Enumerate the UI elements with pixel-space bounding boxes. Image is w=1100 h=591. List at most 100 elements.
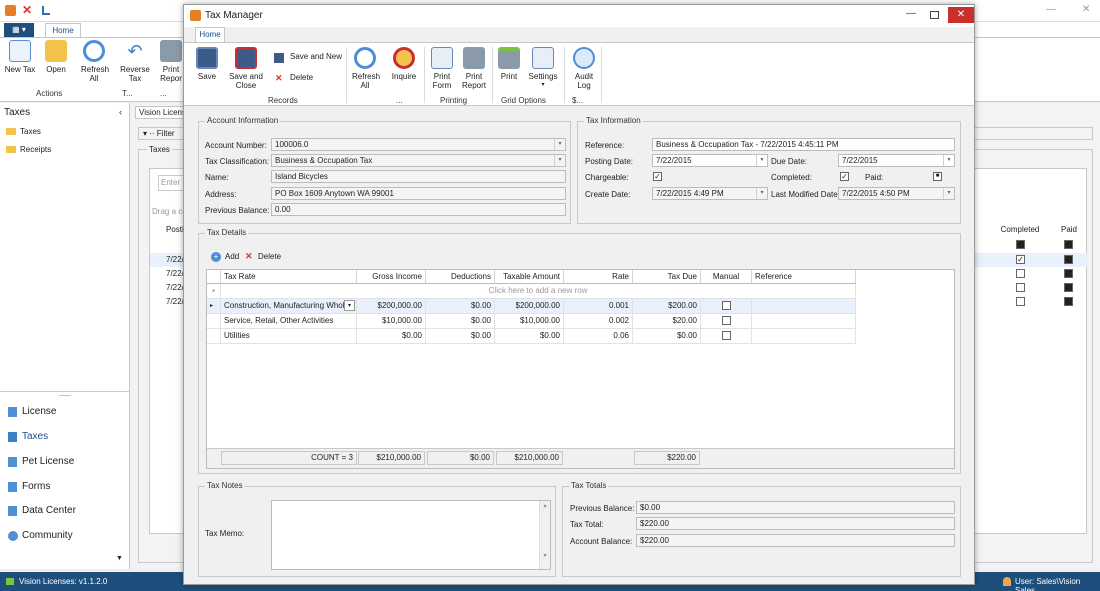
taxable-amount-cell[interactable]: $0.00 [495, 329, 564, 344]
col-manual[interactable]: Manual [701, 270, 752, 284]
col-completed[interactable]: Completed [990, 223, 1050, 237]
completed-checkbox[interactable] [1016, 283, 1025, 292]
tax-classification-field[interactable]: Business & Occupation Tax ▾ [271, 154, 566, 167]
paid-checkbox[interactable] [1064, 269, 1073, 278]
reverse-tax-button[interactable]: ↶ Reverse Tax [118, 40, 152, 83]
col-tax-due[interactable]: Tax Due [633, 270, 701, 284]
chevron-down-icon[interactable]: ▾ [943, 188, 954, 199]
chevron-down-icon[interactable]: ▾ [554, 139, 565, 150]
app-menu-button[interactable]: ▦ ▾ [4, 23, 34, 37]
chart-icon[interactable] [42, 6, 50, 15]
nav-tree-taxes[interactable]: Taxes [6, 127, 41, 136]
chargeable-checkbox[interactable]: ✓ [653, 172, 662, 181]
nav-license[interactable]: License [8, 406, 56, 417]
close-icon[interactable]: ✕ [1082, 4, 1090, 15]
gross-income-cell[interactable]: $200,000.00 [357, 299, 426, 314]
save-button[interactable]: Save [194, 47, 220, 81]
completed-checkbox[interactable] [1016, 240, 1025, 249]
nav-data-center[interactable]: Data Center [8, 505, 76, 516]
splitter[interactable]: ...... [0, 391, 130, 399]
close-x-icon[interactable]: ✕ [22, 3, 32, 17]
create-date-field[interactable]: 7/22/2015 4:49 PM ▾ [652, 187, 768, 200]
save-and-close-button[interactable]: Save and Close [228, 47, 264, 90]
completed-checkbox[interactable] [1016, 297, 1025, 306]
tab-home[interactable]: Home [45, 23, 81, 37]
minimize-icon[interactable]: — [1046, 4, 1056, 15]
col-tax-rate[interactable]: Tax Rate [221, 270, 357, 284]
reference-field[interactable]: Business & Occupation Tax - 7/22/2015 4:… [652, 138, 955, 151]
address-field[interactable]: PO Box 1609 Anytown WA 99001 [271, 187, 566, 200]
save-and-new-button[interactable]: Save and New [274, 52, 342, 64]
nav-forms[interactable]: Forms [8, 481, 50, 492]
refresh-all-button[interactable]: Refresh All [350, 47, 380, 90]
inquire-button[interactable]: Inquire [388, 47, 420, 81]
col-gross-income[interactable]: Gross Income [357, 270, 426, 284]
audit-log-button[interactable]: Audit Log [569, 47, 599, 90]
nav-pet-license[interactable]: Pet License [8, 456, 74, 467]
manual-cell[interactable] [701, 314, 752, 329]
gross-income-cell[interactable]: $0.00 [357, 329, 426, 344]
tax-total-field[interactable]: $220.00 [636, 517, 955, 530]
tax-rate-cell[interactable]: Service, Retail, Other Activities [221, 314, 357, 329]
gross-income-cell[interactable]: $10,000.00 [357, 314, 426, 329]
manual-checkbox[interactable] [722, 301, 731, 310]
paid-checkbox[interactable]: ■ [933, 172, 942, 181]
row-selector[interactable] [207, 314, 221, 329]
last-modified-field[interactable]: 7/22/2015 4:50 PM ▾ [838, 187, 955, 200]
posting-date-field[interactable]: 7/22/2015 ▾ [652, 154, 768, 167]
collapse-icon[interactable]: ‹ [119, 107, 122, 117]
row-selector[interactable] [207, 329, 221, 344]
close-icon[interactable]: ✕ [948, 7, 974, 23]
manual-checkbox[interactable] [722, 316, 731, 325]
rate-cell[interactable]: 0.001 [564, 299, 633, 314]
tax-due-cell[interactable]: $20.00 [633, 314, 701, 329]
tax-due-cell[interactable]: $200.00 [633, 299, 701, 314]
completed-checkbox[interactable] [1016, 269, 1025, 278]
paid-checkbox[interactable] [1064, 240, 1073, 249]
chevron-down-icon[interactable]: ▾ [943, 155, 954, 166]
taxable-amount-cell[interactable]: $10,000.00 [495, 314, 564, 329]
completed-checkbox[interactable]: ✓ [840, 172, 849, 181]
new-row[interactable]: Click here to add a new row [221, 284, 856, 299]
settings-button[interactable]: Settings ▾ [526, 47, 560, 90]
nav-expand-icon[interactable]: ▼ [116, 555, 123, 562]
deductions-cell[interactable]: $0.00 [426, 299, 495, 314]
paid-checkbox[interactable] [1064, 255, 1073, 264]
reference-cell[interactable] [752, 329, 856, 344]
totals-previous-balance-field[interactable]: $0.00 [636, 501, 955, 514]
memo-scrollbar[interactable]: ▴ ▾ [539, 501, 550, 569]
manual-checkbox[interactable] [722, 331, 731, 340]
minimize-icon[interactable]: — [906, 8, 916, 19]
account-number-field[interactable]: 100006.0 ▾ [271, 138, 566, 151]
tax-due-cell[interactable]: $0.00 [633, 329, 701, 344]
reference-cell[interactable] [752, 299, 856, 314]
deductions-cell[interactable]: $0.00 [426, 314, 495, 329]
chevron-down-icon[interactable]: ▾ [554, 155, 565, 166]
chevron-down-icon[interactable]: ▾ [344, 300, 355, 311]
manual-cell[interactable] [701, 329, 752, 344]
nav-tree-receipts[interactable]: Receipts [6, 145, 51, 154]
tax-rate-cell[interactable]: Utilities [221, 329, 357, 344]
col-rate[interactable]: Rate [564, 270, 633, 284]
nav-community[interactable]: Community [8, 530, 73, 541]
col-paid[interactable]: Paid [1050, 223, 1088, 237]
paid-checkbox[interactable] [1064, 297, 1073, 306]
add-row-button[interactable]: + Add [211, 252, 239, 262]
reference-cell[interactable] [752, 314, 856, 329]
manual-cell[interactable] [701, 299, 752, 314]
print-report-button[interactable]: Print Report [459, 47, 489, 90]
row-selector[interactable]: ▸ [207, 299, 221, 314]
chevron-down-icon[interactable]: ▾ [756, 188, 767, 199]
delete-row-button[interactable]: ✕ Delete [245, 251, 281, 261]
delete-button[interactable]: ✕ Delete [274, 73, 313, 85]
print-button[interactable]: Print [496, 47, 522, 81]
completed-checkbox[interactable]: ✓ [1016, 255, 1025, 264]
print-form-button[interactable]: Print Form [428, 47, 456, 90]
open-button[interactable]: Open [42, 40, 70, 74]
new-tax-button[interactable]: New Tax [4, 40, 36, 74]
print-report-button[interactable]: Print Repor [158, 40, 184, 83]
refresh-all-button[interactable]: Refresh All [78, 40, 110, 83]
due-date-field[interactable]: 7/22/2015 ▾ [838, 154, 955, 167]
deductions-cell[interactable]: $0.00 [426, 329, 495, 344]
tax-memo-textarea[interactable]: ▴ ▾ [271, 500, 551, 570]
